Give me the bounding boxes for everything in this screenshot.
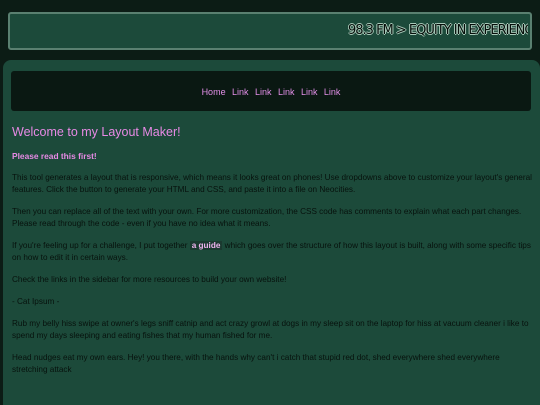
paragraph-sidebar: Check the links in the sidebar for more … (12, 275, 287, 284)
read-first-notice: Please read this first! (12, 151, 97, 161)
page-heading: Welcome to my Layout Maker! (12, 125, 181, 139)
paragraph-cat-ipsum-1: Rub my belly hiss swipe at owner's legs … (12, 319, 529, 340)
site-title: 98.3 FM > EQUITY IN EXPERIENCE . . . (348, 23, 528, 38)
cat-ipsum-heading: - Cat Ipsum - (12, 297, 60, 306)
paragraph-guide: If you're feeling up for a challenge, I … (12, 240, 532, 264)
paragraph-customization: Then you can replace all of the text wit… (12, 207, 522, 228)
main-content: Welcome to my Layout Maker! Please read … (12, 124, 532, 386)
nav-link-5[interactable]: Link (324, 87, 341, 97)
nav-link-2[interactable]: Link (255, 87, 272, 97)
navbar: Home Link Link Link Link Link (11, 71, 531, 111)
guide-text-before: If you're feeling up for a challenge, I … (12, 241, 190, 250)
main-container: Home Link Link Link Link Link Welcome to… (3, 60, 540, 405)
paragraph-cat-ipsum-2: Head nudges eat my own ears. Hey! you th… (12, 353, 500, 374)
paragraph-responsive: This tool generates a layout that is res… (12, 173, 532, 194)
header-banner: 98.3 FM > EQUITY IN EXPERIENCE . . . (8, 12, 532, 50)
nav-link-home[interactable]: Home (202, 87, 226, 97)
nav-link-1[interactable]: Link (232, 87, 249, 97)
nav-link-4[interactable]: Link (301, 87, 318, 97)
nav-link-3[interactable]: Link (278, 87, 295, 97)
guide-link[interactable]: a guide (189, 241, 223, 250)
